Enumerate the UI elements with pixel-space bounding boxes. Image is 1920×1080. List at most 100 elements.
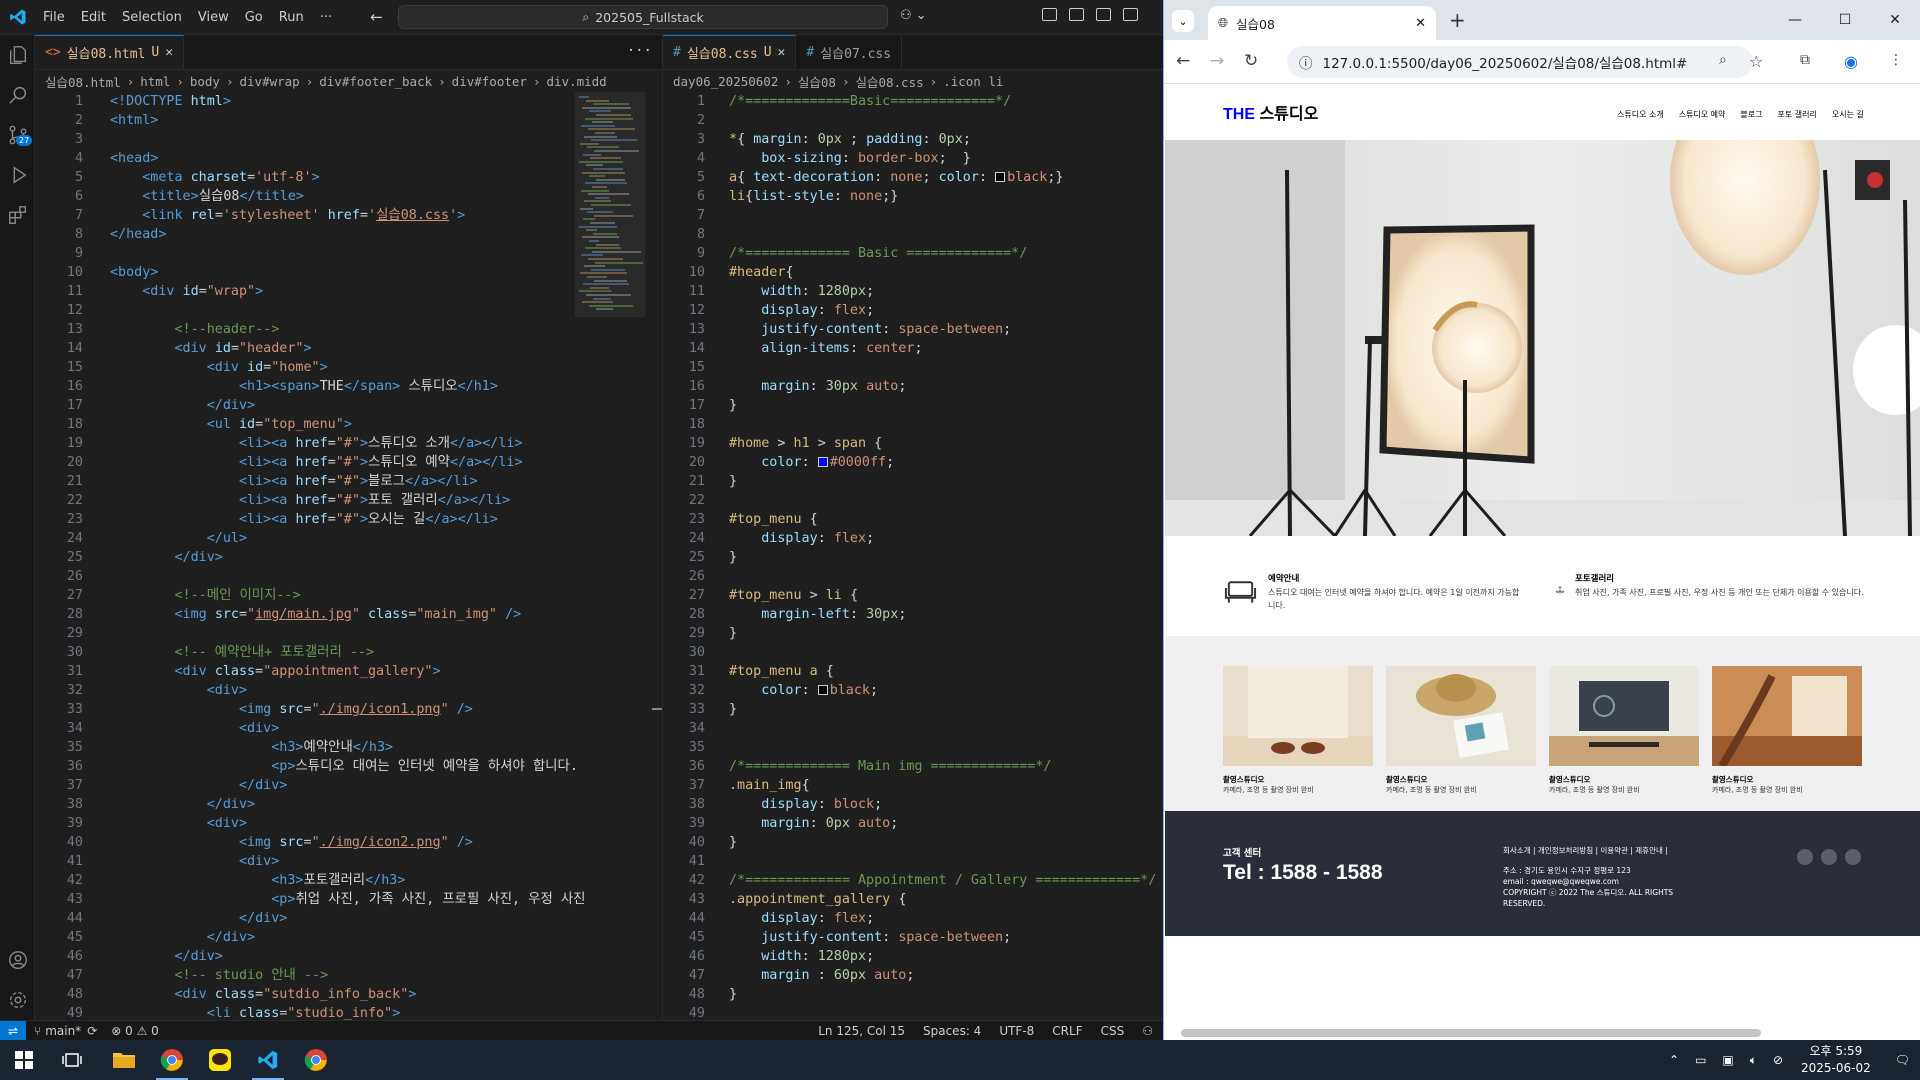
code-line[interactable]: 49 (663, 1004, 1163, 1020)
sync-icon[interactable]: ⟳ (87, 1024, 97, 1038)
code-line[interactable]: 11 <div id="wrap"> (35, 282, 662, 301)
menu-view[interactable]: View (190, 10, 237, 25)
command-center[interactable]: ⌕ 202505_Fullstack (398, 5, 888, 29)
code-line[interactable]: 3 *{ margin: 0px ; padding: 0px; (663, 130, 1163, 149)
code-line[interactable]: 47 <!-- studio 안내 --> (35, 966, 662, 985)
bookmark-star-icon[interactable]: ☆ (1749, 52, 1763, 71)
copilot-icon[interactable]: ⚇ ⌄ (900, 8, 927, 23)
code-line[interactable]: 26 (35, 567, 662, 586)
code-line[interactable]: 13 <!--header--> (35, 320, 662, 339)
code-line[interactable]: 42 /*============= Appointment / Gallery … (663, 871, 1163, 890)
code-line[interactable]: 3 (35, 130, 662, 149)
ime-icon[interactable]: ⊘ (1773, 1053, 1783, 1067)
toggle-sidebar-icon[interactable] (1042, 8, 1057, 21)
code-line[interactable]: 46 width: 1280px; (663, 947, 1163, 966)
task-view-icon[interactable] (48, 1040, 96, 1080)
breadcrumb-item[interactable]: 실습08 (798, 72, 836, 91)
extensions-icon[interactable]: ⧉ (1800, 52, 1810, 68)
code-line[interactable]: 18 <ul id="top_menu"> (35, 415, 662, 434)
breadcrumb-item[interactable]: body (190, 74, 220, 89)
copilot-status-icon[interactable]: ⚇ (1142, 1024, 1153, 1038)
breadcrumb-item[interactable]: .icon li (943, 74, 1003, 89)
menu-link-studio-intro[interactable]: 스튜디오 소개 (1617, 109, 1664, 120)
code-line[interactable]: 41 <div> (35, 852, 662, 871)
chrome-taskbar-icon-2[interactable] (292, 1040, 340, 1080)
code-line[interactable]: 14 <div id="header"> (35, 339, 662, 358)
code-line[interactable]: 37 .main_img{ (663, 776, 1163, 795)
code-line[interactable]: 44 </div> (35, 909, 662, 928)
code-line[interactable]: 24 display: flex; (663, 529, 1163, 548)
code-line[interactable]: 45 justify-content: space-between; (663, 928, 1163, 947)
vertical-scrollbar[interactable] (647, 92, 662, 1020)
code-line[interactable]: 8 (663, 225, 1163, 244)
search-icon[interactable] (0, 75, 35, 115)
clock[interactable]: 오후 5:59 2025-06-02 (1801, 1043, 1871, 1077)
file-explorer-icon[interactable] (100, 1040, 148, 1080)
code-line[interactable]: 8 </head> (35, 225, 662, 244)
windows-start-icon[interactable] (0, 1040, 48, 1080)
menu-run[interactable]: Run (271, 10, 312, 25)
code-line[interactable]: 1 /*=============Basic=============*/ (663, 92, 1163, 111)
code-area[interactable]: 1/*=============Basic=============*/2 3 *{… (663, 92, 1163, 1020)
code-line[interactable]: 32 color: black; (663, 681, 1163, 700)
blog-icon[interactable] (1821, 849, 1837, 865)
more-actions-icon[interactable]: ··· (627, 43, 652, 59)
code-line[interactable]: 38 display: block; (663, 795, 1163, 814)
code-line[interactable]: 6 li{list-style: none;} (663, 187, 1163, 206)
minimize-icon[interactable]: — (1770, 0, 1820, 40)
close-icon[interactable]: ✕ (778, 45, 786, 60)
code-line[interactable]: 39 <div> (35, 814, 662, 833)
code-line[interactable]: 27 <!--메인 이미지--> (35, 586, 662, 605)
code-line[interactable]: 22 <li><a href="#">포토 갤러리</a></li> (35, 491, 662, 510)
code-line[interactable]: 11 width: 1280px; (663, 282, 1163, 301)
code-line[interactable]: 25 </div> (35, 548, 662, 567)
code-line[interactable]: 39 margin: 0px auto; (663, 814, 1163, 833)
breadcrumb-item[interactable]: 실습08.html (45, 72, 121, 91)
breadcrumb-item[interactable]: div#footer_back (319, 74, 432, 89)
show-hidden-icons-chevron-icon[interactable]: ⌃ (1669, 1053, 1679, 1067)
code-line[interactable]: 37 </div> (35, 776, 662, 795)
tab-css-file-2[interactable]: # 실습07.css (796, 35, 903, 69)
code-line[interactable]: 41 (663, 852, 1163, 871)
line-ending[interactable]: CRLF (1052, 1024, 1082, 1038)
address-bar[interactable]: ⓘ 127.0.0.1:5500/day06_20250602/실습08/실습0… (1287, 46, 1753, 78)
code-line[interactable]: 20 <li><a href="#">스튜디오 예약</a></li> (35, 453, 662, 472)
code-line[interactable]: 40 <img src="./img/icon2.png" /> (35, 833, 662, 852)
notification-icon[interactable]: 🗨︎ (1895, 1053, 1910, 1067)
menu-link-studio-booking[interactable]: 스튜디오 예약 (1679, 109, 1726, 120)
code-area[interactable]: 1 <!DOCTYPE html> 2 <html> 3 4 <head> 5 <meta c… (35, 92, 662, 1020)
horizontal-scrollbar[interactable] (1165, 1024, 1920, 1040)
code-line[interactable]: 33 <img src="./img/icon1.png" /> (35, 700, 662, 719)
network-icon[interactable]: ▣ (1722, 1053, 1733, 1067)
code-line[interactable]: 47 margin : 60px auto; (663, 966, 1163, 985)
minimap[interactable] (575, 92, 645, 1020)
code-line[interactable]: 13 justify-content: space-between; (663, 320, 1163, 339)
code-line[interactable]: 10 <body> (35, 263, 662, 282)
editor-html[interactable]: <> 실습08.html U ✕ ··· 실습08.html › html › body… (35, 35, 662, 1020)
code-line[interactable]: 43 .appointment_gallery { (663, 890, 1163, 909)
code-line[interactable]: 7 (663, 206, 1163, 225)
code-line[interactable]: 26 (663, 567, 1163, 586)
accounts-icon[interactable] (0, 940, 35, 980)
code-line[interactable]: 16 <h1><span>THE</span> 스튜디오</h1> (35, 377, 662, 396)
code-line[interactable]: 2 <html> (35, 111, 662, 130)
code-line[interactable]: 12 display: flex; (663, 301, 1163, 320)
breadcrumb-item[interactable]: day06_20250602 (673, 74, 778, 89)
code-line[interactable]: 42 <h3>포토갤러리</h3> (35, 871, 662, 890)
footer-links[interactable]: 회사소개 | 개인정보처리방침 | 이용약관 | 제휴안내 | (1503, 845, 1668, 856)
menu-link-directions[interactable]: 오시는 길 (1832, 109, 1864, 120)
menu-more[interactable]: ··· (312, 10, 340, 25)
code-line[interactable]: 5 a{ text-decoration: none; color: black;… (663, 168, 1163, 187)
code-line[interactable]: 9 (35, 244, 662, 263)
code-line[interactable]: 35 (663, 738, 1163, 757)
code-line[interactable]: 46 </div> (35, 947, 662, 966)
studio-card[interactable]: 촬영스튜디오 카메라, 조명 등 촬영 장비 완비 (1549, 666, 1699, 795)
code-line[interactable]: 20 color: #0000ff; (663, 453, 1163, 472)
settings-gear-icon[interactable] (0, 980, 35, 1020)
code-line[interactable]: 27 #top_menu > li { (663, 586, 1163, 605)
code-line[interactable]: 1 <!DOCTYPE html> (35, 92, 662, 111)
code-line[interactable]: 6 <title>실습08</title> (35, 187, 662, 206)
code-line[interactable]: 31 #top_menu a { (663, 662, 1163, 681)
volume-muted-icon[interactable]: 🔈︎ (1750, 1053, 1757, 1068)
code-line[interactable]: 7 <link rel='stylesheet' href='실습08.css'… (35, 206, 662, 225)
